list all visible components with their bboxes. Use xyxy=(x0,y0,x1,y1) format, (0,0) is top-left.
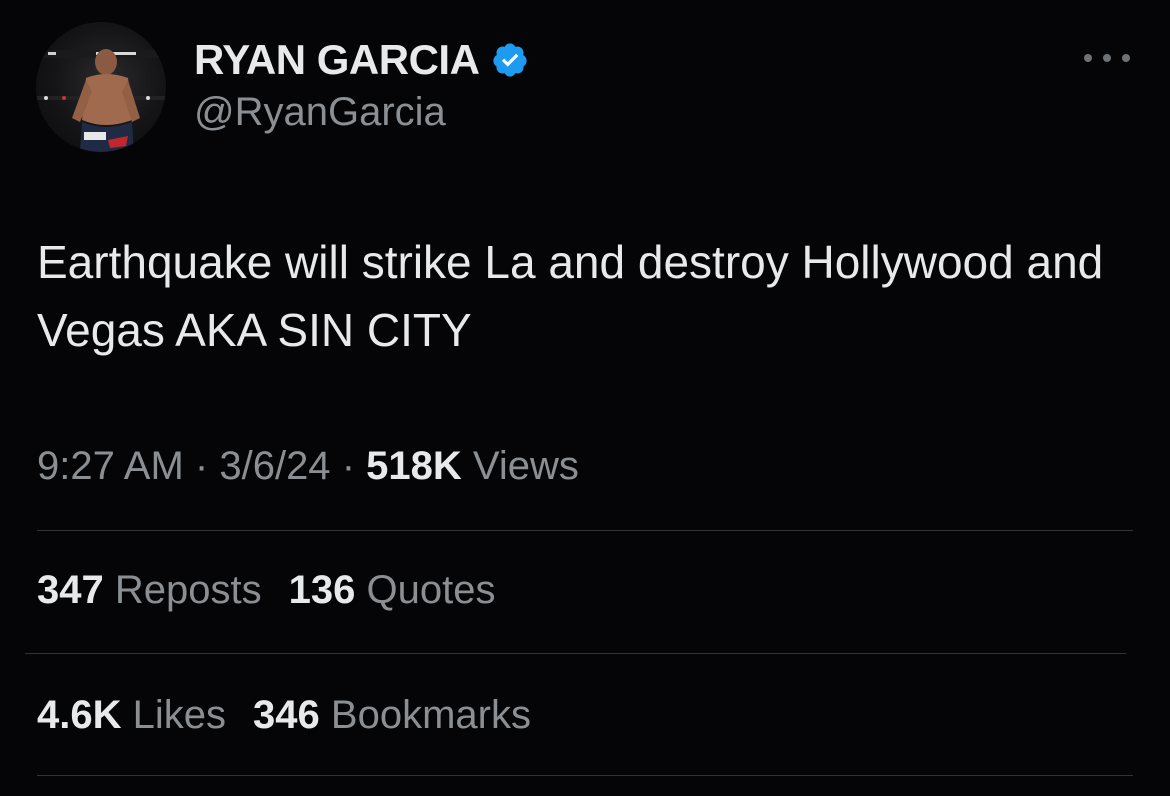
avatar-image xyxy=(36,49,166,152)
reposts-stat[interactable]: 347 Reposts xyxy=(37,568,262,613)
tweet-text: Earthquake will strike La and destroy Ho… xyxy=(37,236,1104,356)
likes-label: Likes xyxy=(132,693,227,737)
views-count: 518K xyxy=(366,444,462,488)
likes-count: 4.6K xyxy=(37,693,122,737)
tweet-meta: 9:27 AM · 3/6/24 · 518K Views xyxy=(37,444,579,489)
author-handle[interactable]: @RyanGarcia xyxy=(194,90,446,135)
more-options-icon[interactable] xyxy=(1084,46,1130,70)
more-dot xyxy=(1103,54,1111,62)
tweet-date[interactable]: 3/6/24 xyxy=(219,444,330,488)
avatar[interactable] xyxy=(36,22,166,152)
views-label: Views xyxy=(472,444,579,488)
divider xyxy=(25,653,1126,654)
quotes-stat[interactable]: 136 Quotes xyxy=(289,568,496,613)
display-name[interactable]: RYAN GARCIA xyxy=(194,36,480,84)
more-dot xyxy=(1084,54,1092,62)
bookmarks-stat[interactable]: 346 Bookmarks xyxy=(253,693,531,738)
more-dot xyxy=(1122,54,1130,62)
engagement-row-2: 4.6K Likes 346 Bookmarks xyxy=(37,693,531,738)
verified-badge-icon xyxy=(493,43,528,77)
divider xyxy=(37,775,1133,776)
quotes-count: 136 xyxy=(288,568,356,612)
bookmarks-label: Bookmarks xyxy=(330,693,531,737)
bookmarks-count: 346 xyxy=(253,693,320,737)
engagement-row-1: 347 Reposts 136 Quotes xyxy=(37,568,495,613)
author-name-row[interactable]: RYAN GARCIA xyxy=(194,36,529,84)
meta-separator: · xyxy=(341,444,356,488)
divider xyxy=(37,530,1133,531)
likes-stat[interactable]: 4.6K Likes xyxy=(37,693,226,738)
meta-separator: · xyxy=(194,444,209,488)
reposts-label: Reposts xyxy=(114,568,262,612)
quotes-label: Quotes xyxy=(366,568,496,612)
reposts-count: 347 xyxy=(37,568,104,612)
tweet-time[interactable]: 9:27 AM xyxy=(37,444,184,488)
